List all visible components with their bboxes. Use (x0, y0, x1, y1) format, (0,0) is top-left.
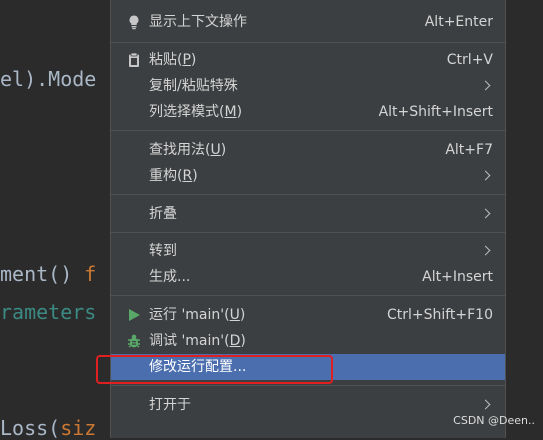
watermark: CSDN @Deen.. (453, 414, 535, 427)
menu-item-copy-paste-special[interactable]: 复制/粘贴特殊 (111, 73, 505, 99)
menu-separator (111, 232, 505, 233)
menu-separator (111, 130, 505, 131)
menu-item-open-in[interactable]: 打开于 (111, 392, 505, 418)
debug-bug-icon (128, 334, 140, 348)
code-line: Loss(siz (0, 416, 97, 440)
menu-separator (111, 42, 505, 43)
chevron-right-icon (480, 245, 491, 256)
highlight-annotation-box (96, 355, 333, 384)
menu-separator (111, 385, 505, 386)
chevron-right-icon (480, 208, 491, 219)
code-line: rameters (0, 300, 97, 324)
menu-item-refactor[interactable]: 重构(R) (111, 163, 505, 189)
menu-item-folding[interactable]: 折叠 (111, 201, 505, 227)
code-line: ment() f (0, 262, 97, 286)
chevron-right-icon (480, 170, 491, 181)
menu-item-goto[interactable]: 转到 (111, 238, 505, 264)
menu-item-run-main[interactable]: 运行 'main'(U) Ctrl+Shift+F10 (111, 302, 505, 328)
menu-item-paste[interactable]: 粘贴(P) Ctrl+V (111, 47, 505, 73)
chevron-right-icon (480, 80, 491, 91)
chevron-right-icon (480, 399, 491, 410)
clipboard-icon (129, 52, 139, 67)
code-line: el).Mode (0, 67, 97, 91)
menu-separator (111, 295, 505, 296)
menu-item-find-usages[interactable]: 查找用法(U) Alt+F7 (111, 137, 505, 163)
menu-item-column-selection-mode[interactable]: 列选择模式(M) Alt+Shift+Insert (111, 99, 505, 125)
menu-item-generate[interactable]: 生成... Alt+Insert (111, 264, 505, 290)
run-icon (129, 309, 140, 321)
menu-separator (111, 194, 505, 195)
lightbulb-icon (129, 15, 139, 30)
menu-item-show-context-actions[interactable]: 显示上下文操作 Alt+Enter (111, 9, 505, 35)
menu-item-debug-main[interactable]: 调试 'main'(D) (111, 328, 505, 354)
